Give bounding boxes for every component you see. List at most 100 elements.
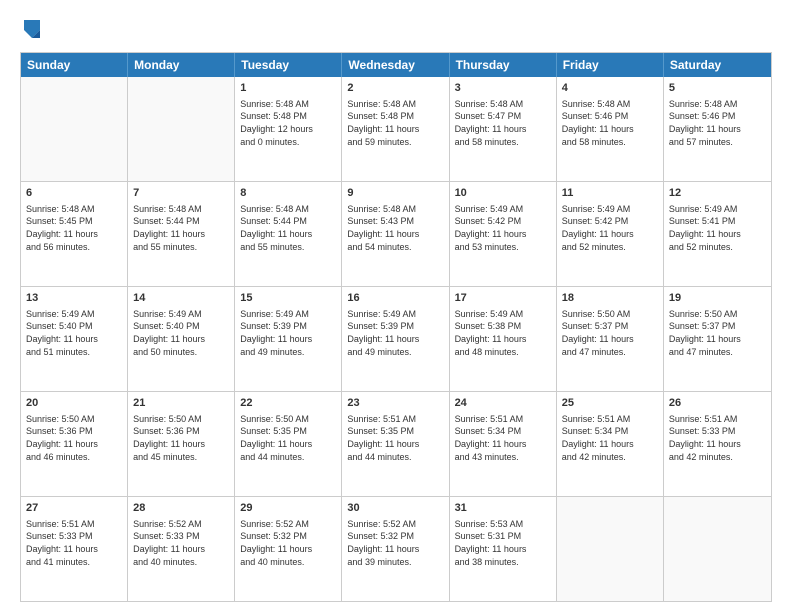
header-day-tuesday: Tuesday xyxy=(235,53,342,77)
day-number: 8 xyxy=(240,186,336,201)
day-number: 25 xyxy=(562,396,658,411)
header-day-monday: Monday xyxy=(128,53,235,77)
day-cell-12: 12 Sunrise: 5:49 AM Sunset: 5:41 PM Dayli… xyxy=(664,182,771,286)
day-info: Sunrise: 5:49 AM Sunset: 5:41 PM Dayligh… xyxy=(669,203,766,253)
calendar-body: 1 Sunrise: 5:48 AM Sunset: 5:48 PM Daylig… xyxy=(21,77,771,601)
calendar-row-5: 27Sunrise: 5:51 AM Sunset: 5:33 PM Dayli… xyxy=(21,496,771,601)
day-info: Sunrise: 5:49 AM Sunset: 5:39 PM Dayligh… xyxy=(240,308,336,358)
day-info: Sunrise: 5:51 AM Sunset: 5:35 PM Dayligh… xyxy=(347,413,443,463)
day-number: 22 xyxy=(240,396,336,411)
day-number: 16 xyxy=(347,291,443,306)
day-info: Sunrise: 5:50 AM Sunset: 5:37 PM Dayligh… xyxy=(562,308,658,358)
day-info: Sunrise: 5:48 AM Sunset: 5:46 PM Dayligh… xyxy=(669,98,766,148)
header-day-sunday: Sunday xyxy=(21,53,128,77)
day-cell-1: 1 Sunrise: 5:48 AM Sunset: 5:48 PM Daylig… xyxy=(235,77,342,181)
day-cell-8: 8 Sunrise: 5:48 AM Sunset: 5:44 PM Daylig… xyxy=(235,182,342,286)
day-number: 3 xyxy=(455,81,551,96)
calendar-row-2: 6 Sunrise: 5:48 AM Sunset: 5:45 PM Daylig… xyxy=(21,181,771,286)
day-cell-25: 25 Sunrise: 5:51 AM Sunset: 5:34 PM Dayli… xyxy=(557,392,664,496)
day-number: 31 xyxy=(455,501,551,516)
day-info: Sunrise: 5:48 AM Sunset: 5:44 PM Dayligh… xyxy=(240,203,336,253)
day-number: 1 xyxy=(240,81,336,96)
empty-cell xyxy=(664,497,771,601)
day-cell-14: 14Sunrise: 5:49 AM Sunset: 5:40 PM Dayli… xyxy=(128,287,235,391)
day-info: Sunrise: 5:51 AM Sunset: 5:34 PM Dayligh… xyxy=(562,413,658,463)
day-number: 19 xyxy=(669,291,766,306)
day-number: 12 xyxy=(669,186,766,201)
day-number: 13 xyxy=(26,291,122,306)
day-number: 9 xyxy=(347,186,443,201)
day-cell-18: 18 Sunrise: 5:50 AM Sunset: 5:37 PM Dayli… xyxy=(557,287,664,391)
day-info: Sunrise: 5:52 AM Sunset: 5:33 PM Dayligh… xyxy=(133,518,229,568)
day-info: Sunrise: 5:48 AM Sunset: 5:43 PM Dayligh… xyxy=(347,203,443,253)
day-number: 18 xyxy=(562,291,658,306)
day-cell-19: 19 Sunrise: 5:50 AM Sunset: 5:37 PM Dayli… xyxy=(664,287,771,391)
empty-cell xyxy=(557,497,664,601)
logo-icon xyxy=(20,16,44,44)
day-number: 17 xyxy=(455,291,551,306)
page: SundayMondayTuesdayWednesdayThursdayFrid… xyxy=(0,0,792,612)
day-info: Sunrise: 5:48 AM Sunset: 5:48 PM Dayligh… xyxy=(347,98,443,148)
day-cell-4: 4 Sunrise: 5:48 AM Sunset: 5:46 PM Daylig… xyxy=(557,77,664,181)
day-number: 4 xyxy=(562,81,658,96)
day-cell-23: 23 Sunrise: 5:51 AM Sunset: 5:35 PM Dayli… xyxy=(342,392,449,496)
day-cell-20: 20 Sunrise: 5:50 AM Sunset: 5:36 PM Dayli… xyxy=(21,392,128,496)
day-cell-21: 21 Sunrise: 5:50 AM Sunset: 5:36 PM Dayli… xyxy=(128,392,235,496)
day-number: 10 xyxy=(455,186,551,201)
day-info: Sunrise: 5:51 AM Sunset: 5:34 PM Dayligh… xyxy=(455,413,551,463)
day-cell-30: 30 Sunrise: 5:52 AM Sunset: 5:32 PM Dayli… xyxy=(342,497,449,601)
day-cell-24: 24 Sunrise: 5:51 AM Sunset: 5:34 PM Dayli… xyxy=(450,392,557,496)
day-info: Sunrise: 5:49 AM Sunset: 5:40 PM Dayligh… xyxy=(26,308,122,358)
calendar-header: SundayMondayTuesdayWednesdayThursdayFrid… xyxy=(21,53,771,77)
day-cell-15: 15 Sunrise: 5:49 AM Sunset: 5:39 PM Dayli… xyxy=(235,287,342,391)
day-info: Sunrise: 5:49 AM Sunset: 5:40 PM Dayligh… xyxy=(133,308,229,358)
day-info: Sunrise: 5:49 AM Sunset: 5:42 PM Dayligh… xyxy=(562,203,658,253)
day-info: Sunrise: 5:53 AM Sunset: 5:31 PM Dayligh… xyxy=(455,518,551,568)
day-info: Sunrise: 5:49 AM Sunset: 5:39 PM Dayligh… xyxy=(347,308,443,358)
day-number: 28 xyxy=(133,501,229,516)
day-cell-26: 26 Sunrise: 5:51 AM Sunset: 5:33 PM Dayli… xyxy=(664,392,771,496)
day-cell-28: 28 Sunrise: 5:52 AM Sunset: 5:33 PM Dayli… xyxy=(128,497,235,601)
day-info: Sunrise: 5:49 AM Sunset: 5:38 PM Dayligh… xyxy=(455,308,551,358)
day-cell-2: 2Sunrise: 5:48 AM Sunset: 5:48 PM Daylig… xyxy=(342,77,449,181)
day-number: 26 xyxy=(669,396,766,411)
day-info: Sunrise: 5:50 AM Sunset: 5:35 PM Dayligh… xyxy=(240,413,336,463)
day-number: 24 xyxy=(455,396,551,411)
day-number: 30 xyxy=(347,501,443,516)
day-number: 21 xyxy=(133,396,229,411)
header xyxy=(20,16,772,44)
day-cell-9: 9 Sunrise: 5:48 AM Sunset: 5:43 PM Daylig… xyxy=(342,182,449,286)
header-day-thursday: Thursday xyxy=(450,53,557,77)
day-number: 6 xyxy=(26,186,122,201)
day-cell-16: 16 Sunrise: 5:49 AM Sunset: 5:39 PM Dayli… xyxy=(342,287,449,391)
header-day-wednesday: Wednesday xyxy=(342,53,449,77)
day-number: 11 xyxy=(562,186,658,201)
day-info: Sunrise: 5:50 AM Sunset: 5:37 PM Dayligh… xyxy=(669,308,766,358)
day-info: Sunrise: 5:48 AM Sunset: 5:45 PM Dayligh… xyxy=(26,203,122,253)
day-number: 20 xyxy=(26,396,122,411)
day-info: Sunrise: 5:50 AM Sunset: 5:36 PM Dayligh… xyxy=(26,413,122,463)
day-cell-6: 6 Sunrise: 5:48 AM Sunset: 5:45 PM Daylig… xyxy=(21,182,128,286)
day-info: Sunrise: 5:51 AM Sunset: 5:33 PM Dayligh… xyxy=(669,413,766,463)
day-cell-31: 31 Sunrise: 5:53 AM Sunset: 5:31 PM Dayli… xyxy=(450,497,557,601)
header-day-saturday: Saturday xyxy=(664,53,771,77)
day-info: Sunrise: 5:50 AM Sunset: 5:36 PM Dayligh… xyxy=(133,413,229,463)
header-day-friday: Friday xyxy=(557,53,664,77)
day-cell-13: 13 Sunrise: 5:49 AM Sunset: 5:40 PM Dayli… xyxy=(21,287,128,391)
calendar-row-3: 13 Sunrise: 5:49 AM Sunset: 5:40 PM Dayli… xyxy=(21,286,771,391)
day-cell-7: 7Sunrise: 5:48 AM Sunset: 5:44 PM Daylig… xyxy=(128,182,235,286)
day-info: Sunrise: 5:48 AM Sunset: 5:44 PM Dayligh… xyxy=(133,203,229,253)
day-info: Sunrise: 5:48 AM Sunset: 5:47 PM Dayligh… xyxy=(455,98,551,148)
day-number: 23 xyxy=(347,396,443,411)
day-cell-29: 29Sunrise: 5:52 AM Sunset: 5:32 PM Dayli… xyxy=(235,497,342,601)
day-cell-17: 17 Sunrise: 5:49 AM Sunset: 5:38 PM Dayli… xyxy=(450,287,557,391)
day-number: 15 xyxy=(240,291,336,306)
day-info: Sunrise: 5:48 AM Sunset: 5:46 PM Dayligh… xyxy=(562,98,658,148)
day-info: Sunrise: 5:52 AM Sunset: 5:32 PM Dayligh… xyxy=(347,518,443,568)
empty-cell xyxy=(128,77,235,181)
day-info: Sunrise: 5:51 AM Sunset: 5:33 PM Dayligh… xyxy=(26,518,122,568)
calendar-row-1: 1 Sunrise: 5:48 AM Sunset: 5:48 PM Daylig… xyxy=(21,77,771,181)
day-info: Sunrise: 5:48 AM Sunset: 5:48 PM Dayligh… xyxy=(240,98,336,148)
day-cell-27: 27Sunrise: 5:51 AM Sunset: 5:33 PM Dayli… xyxy=(21,497,128,601)
day-cell-22: 22 Sunrise: 5:50 AM Sunset: 5:35 PM Dayli… xyxy=(235,392,342,496)
